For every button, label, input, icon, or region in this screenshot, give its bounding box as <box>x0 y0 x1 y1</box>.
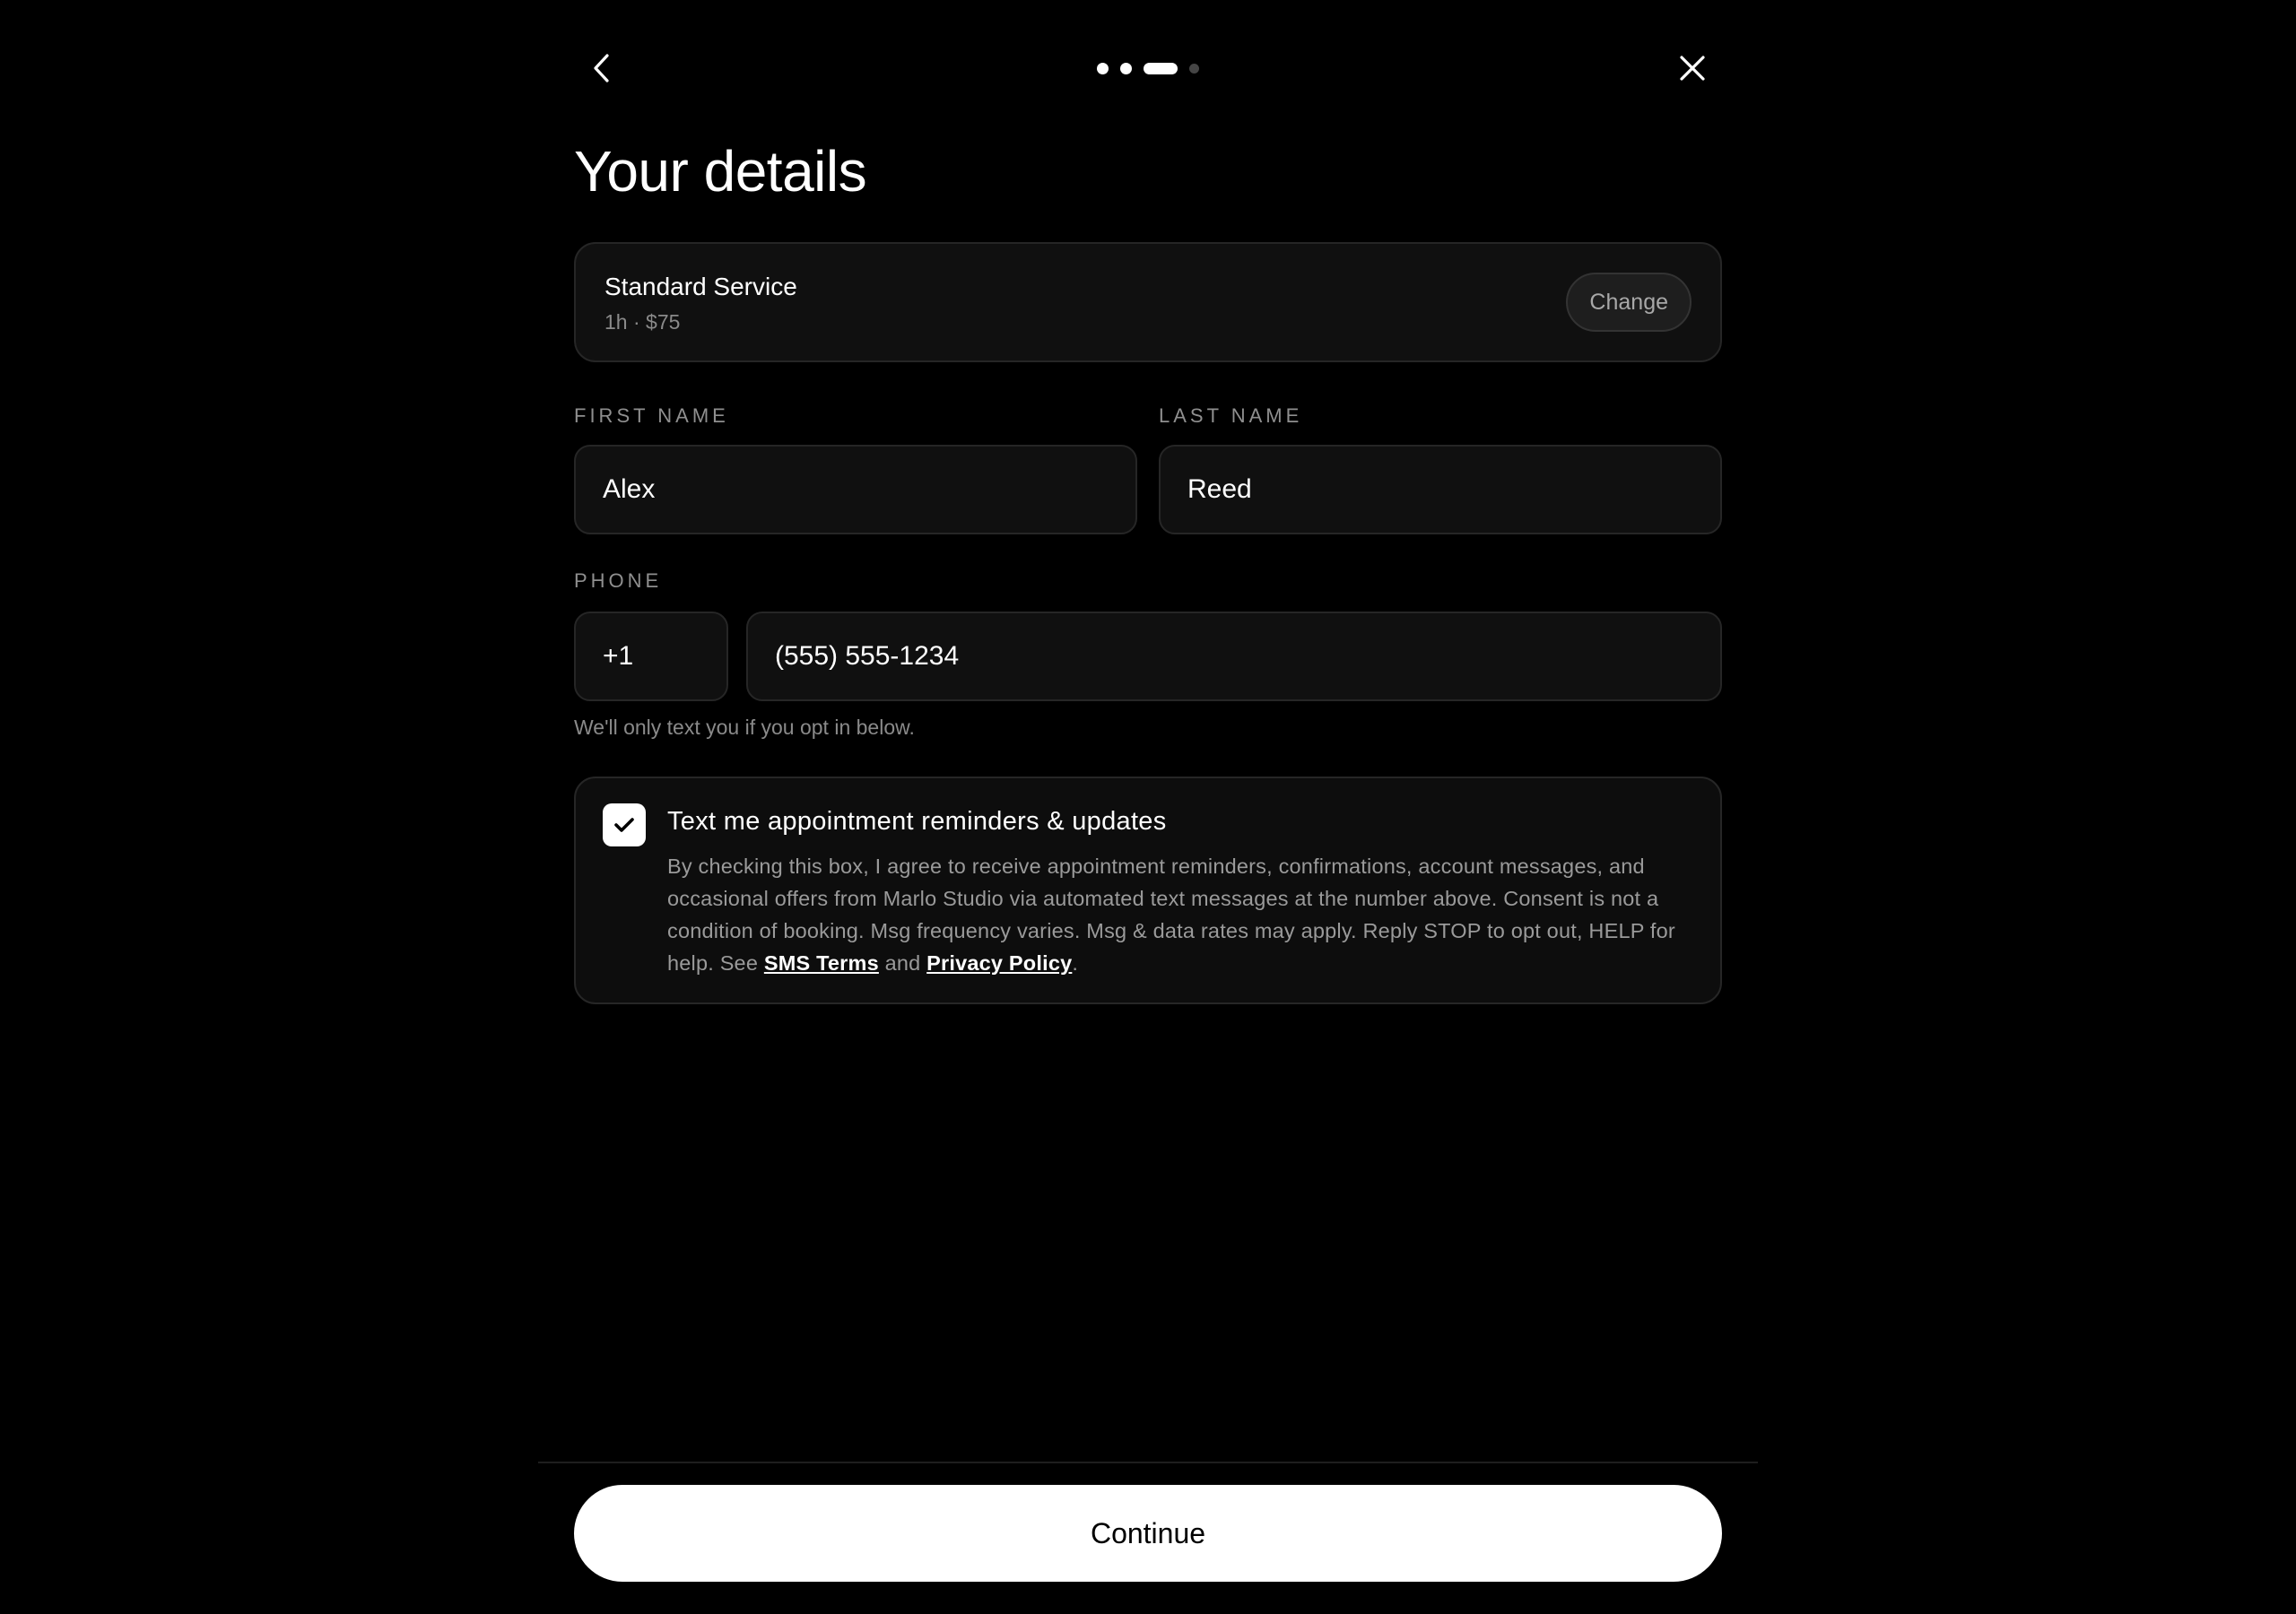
selected-service-card: Standard Service 1h · $75 Change <box>574 242 1722 362</box>
phone-hint: We'll only text you if you opt in below. <box>574 716 915 739</box>
country-code-value: +1 <box>603 641 634 671</box>
last-name-label: LAST NAME <box>1159 404 1303 427</box>
close-icon <box>1680 56 1705 81</box>
first-name-value: Alex <box>603 474 656 504</box>
sms-consent-checkbox[interactable] <box>603 803 646 846</box>
phone-input[interactable]: (555) 555-1234 <box>746 612 1722 701</box>
checkmark-icon <box>614 818 634 832</box>
change-service-button[interactable]: Change <box>1566 273 1692 332</box>
step-indicator-2 <box>1120 62 1132 74</box>
sms-consent-card: Text me appointment reminders & updates … <box>574 777 1722 1004</box>
close-button[interactable] <box>1665 41 1719 95</box>
page-title: Your details <box>574 139 867 204</box>
first-name-input[interactable]: Alex <box>574 445 1137 534</box>
last-name-input[interactable]: Reed <box>1159 445 1722 534</box>
service-duration-price: 1h · $75 <box>604 310 681 334</box>
consent-text-after: . <box>1072 951 1079 975</box>
sms-consent-text: By checking this box, I agree to receive… <box>667 850 1711 979</box>
service-name: Standard Service <box>604 273 797 300</box>
continue-button[interactable]: Continue <box>574 1485 1722 1582</box>
step-indicator-1 <box>1097 62 1109 74</box>
first-name-label: FIRST NAME <box>574 404 729 427</box>
progress-stepper <box>538 62 1758 74</box>
last-name-value: Reed <box>1187 474 1252 504</box>
country-code-select[interactable]: +1 <box>574 612 728 701</box>
consent-text-between: and <box>878 951 927 975</box>
sms-consent-title: Text me appointment reminders & updates <box>667 807 1167 836</box>
phone-value: (555) 555-1234 <box>775 641 960 671</box>
sms-terms-link[interactable]: SMS Terms <box>764 951 879 975</box>
footer-divider <box>538 1462 1758 1463</box>
content-column: Your details Standard Service 1h · $75 C… <box>538 0 1758 1614</box>
privacy-policy-link[interactable]: Privacy Policy <box>926 951 1072 975</box>
step-indicator-3 <box>1144 62 1178 74</box>
booking-details-screen: Your details Standard Service 1h · $75 C… <box>0 0 2296 1614</box>
phone-label: PHONE <box>574 569 663 592</box>
step-indicator-4 <box>1189 63 1199 74</box>
